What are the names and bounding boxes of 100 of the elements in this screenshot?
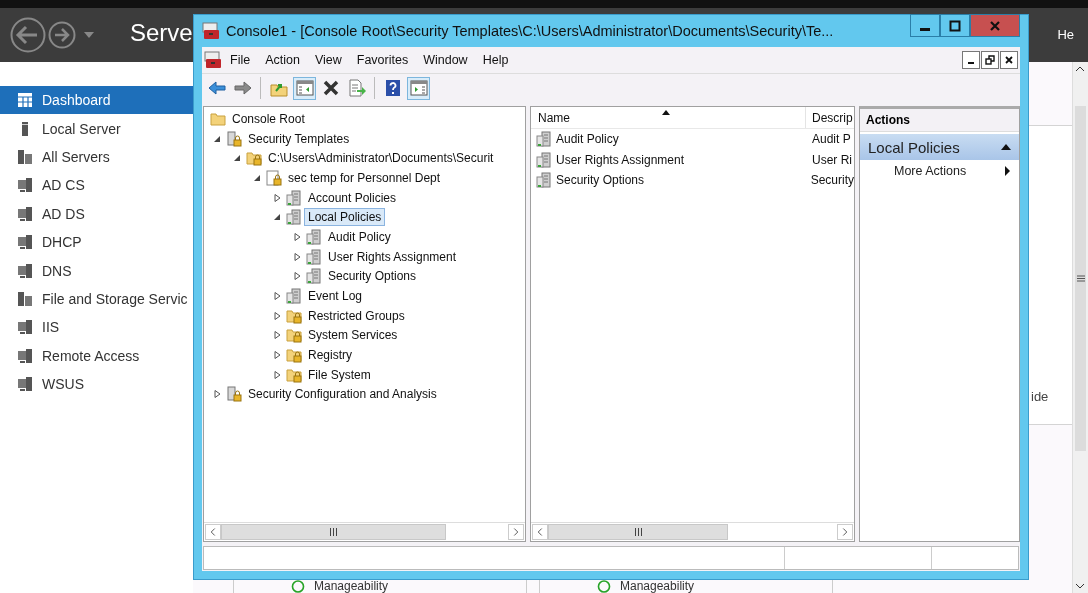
expand-arrow-icon[interactable] bbox=[272, 291, 282, 302]
sidebar-item[interactable]: AD DS bbox=[0, 199, 193, 228]
tree-item[interactable]: sec temp for Personnel Dept bbox=[284, 168, 445, 187]
tree-item[interactable]: C:\Users\Administrator\Documents\Securit bbox=[264, 149, 498, 168]
help-menu[interactable]: He bbox=[1057, 26, 1074, 42]
expand-arrow-icon[interactable] bbox=[292, 251, 302, 262]
document-lock-icon bbox=[266, 169, 282, 186]
tree-item[interactable]: System Services bbox=[304, 326, 402, 345]
tree-item[interactable]: Audit Policy bbox=[324, 227, 395, 246]
tree-item[interactable]: Security Templates bbox=[244, 129, 354, 148]
server-icon bbox=[286, 288, 302, 305]
list-item[interactable]: User Rights Assignment bbox=[531, 151, 806, 168]
sidebar-item[interactable]: DHCP bbox=[0, 227, 193, 257]
server-icon bbox=[536, 151, 552, 168]
dropdown-caret-icon[interactable] bbox=[84, 32, 94, 38]
sidebar-item[interactable]: File and Storage Servic bbox=[0, 284, 193, 314]
expand-arrow-icon[interactable] bbox=[212, 389, 222, 400]
toolbox-icon[interactable] bbox=[204, 51, 222, 69]
tree-item[interactable]: Event Log bbox=[304, 287, 367, 306]
sidebar-item[interactable]: All Servers bbox=[0, 142, 193, 172]
folder-lock-icon bbox=[246, 150, 262, 167]
list-item[interactable]: Audit Policy bbox=[531, 131, 806, 148]
app-title: Serve bbox=[130, 19, 193, 47]
server-role-icon bbox=[17, 234, 33, 251]
server-icon bbox=[286, 209, 302, 226]
server-icon bbox=[286, 189, 302, 206]
sidebar-item[interactable]: IIS bbox=[0, 313, 193, 342]
scroll-right-icon[interactable] bbox=[508, 524, 524, 540]
server-lock-icon bbox=[226, 386, 242, 403]
tree-item[interactable]: Local Policies bbox=[304, 208, 386, 227]
maximize-button[interactable] bbox=[940, 14, 970, 37]
tile-label: Manageability bbox=[314, 580, 389, 593]
horizontal-scrollbar[interactable] bbox=[204, 522, 525, 541]
close-icon bbox=[1004, 55, 1014, 65]
server-icon bbox=[306, 248, 322, 265]
horizontal-scrollbar[interactable] bbox=[531, 522, 854, 541]
expand-arrow-icon[interactable] bbox=[272, 350, 282, 361]
sidebar-item[interactable]: Dashboard bbox=[0, 86, 193, 115]
action-section-header[interactable]: Local Policies bbox=[860, 134, 1019, 160]
minimize-button[interactable] bbox=[910, 14, 940, 37]
menu-item[interactable]: Action bbox=[265, 53, 300, 67]
tree-item[interactable]: File System bbox=[304, 365, 375, 384]
expand-arrow-icon[interactable] bbox=[292, 231, 302, 242]
grip-icon bbox=[633, 528, 643, 536]
vertical-scrollbar[interactable] bbox=[1072, 62, 1088, 593]
menu-item[interactable]: View bbox=[314, 53, 342, 67]
collapse-arrow-icon[interactable] bbox=[272, 212, 282, 223]
folder-lock-icon bbox=[286, 307, 302, 324]
table-cell-text: Security bbox=[809, 173, 854, 188]
grip-icon bbox=[1076, 275, 1085, 282]
menu-item[interactable]: Window bbox=[423, 53, 468, 67]
expand-arrow-icon[interactable] bbox=[272, 192, 282, 203]
sidebar-item[interactable]: AD CS bbox=[0, 171, 193, 200]
expand-arrow-icon[interactable] bbox=[272, 369, 282, 380]
column-header[interactable]: Name bbox=[531, 107, 806, 128]
scroll-left-icon[interactable] bbox=[205, 524, 221, 540]
back-arrow-icon bbox=[207, 79, 226, 97]
expand-arrow-icon[interactable] bbox=[272, 310, 282, 321]
collapse-arrow-icon[interactable] bbox=[232, 153, 242, 164]
expand-arrow-icon[interactable] bbox=[292, 271, 302, 282]
tree-item[interactable]: Security Configuration and Analysis bbox=[244, 385, 441, 404]
restore-button[interactable] bbox=[981, 51, 999, 69]
grid-icon bbox=[17, 92, 33, 109]
sidebar-item[interactable]: Local Server bbox=[0, 114, 193, 143]
server-role-icon bbox=[17, 347, 33, 364]
toolbox-icon bbox=[202, 22, 220, 40]
column-header[interactable]: Descrip bbox=[806, 107, 854, 128]
tree-item[interactable]: Console Root bbox=[228, 109, 309, 128]
back-button[interactable] bbox=[10, 17, 46, 53]
minimize-button[interactable] bbox=[962, 51, 980, 69]
server-icon bbox=[306, 228, 322, 245]
list-item[interactable]: Security Options bbox=[531, 172, 805, 189]
sidebar-item[interactable]: DNS bbox=[0, 256, 193, 285]
tree-item[interactable]: Account Policies bbox=[304, 188, 401, 207]
sidebar-item[interactable]: WSUS bbox=[0, 369, 193, 399]
sort-ascending-icon bbox=[662, 110, 670, 115]
close-button[interactable] bbox=[1000, 51, 1018, 69]
scrollbar-thumb[interactable] bbox=[1075, 106, 1086, 451]
menu-item[interactable]: Favorites bbox=[356, 53, 409, 67]
tree-item[interactable]: User Rights Assignment bbox=[324, 247, 461, 266]
servers-icon bbox=[17, 148, 33, 165]
tile-label: Manageability bbox=[620, 580, 695, 593]
forward-button[interactable] bbox=[48, 21, 76, 49]
sidebar-item[interactable]: Remote Access bbox=[0, 341, 193, 370]
action-item[interactable]: More Actions bbox=[860, 160, 1019, 182]
expand-arrow-icon[interactable] bbox=[272, 330, 282, 341]
folder-icon bbox=[210, 110, 226, 127]
folder-lock-icon bbox=[286, 347, 302, 364]
scrollbar-thumb[interactable] bbox=[548, 524, 728, 540]
menu-item[interactable]: Help bbox=[482, 53, 509, 67]
server-role-icon bbox=[17, 177, 33, 194]
tree-item[interactable]: Restricted Groups bbox=[304, 306, 409, 325]
scrollbar-thumb[interactable] bbox=[221, 524, 446, 540]
menu-item[interactable]: File bbox=[230, 53, 251, 67]
scroll-left-icon[interactable] bbox=[532, 524, 548, 540]
tree-item[interactable]: Registry bbox=[304, 346, 356, 365]
scroll-right-icon[interactable] bbox=[837, 524, 853, 540]
server-role-icon bbox=[17, 319, 33, 336]
tree-item[interactable]: Security Options bbox=[324, 267, 421, 286]
server-icon bbox=[536, 172, 552, 189]
